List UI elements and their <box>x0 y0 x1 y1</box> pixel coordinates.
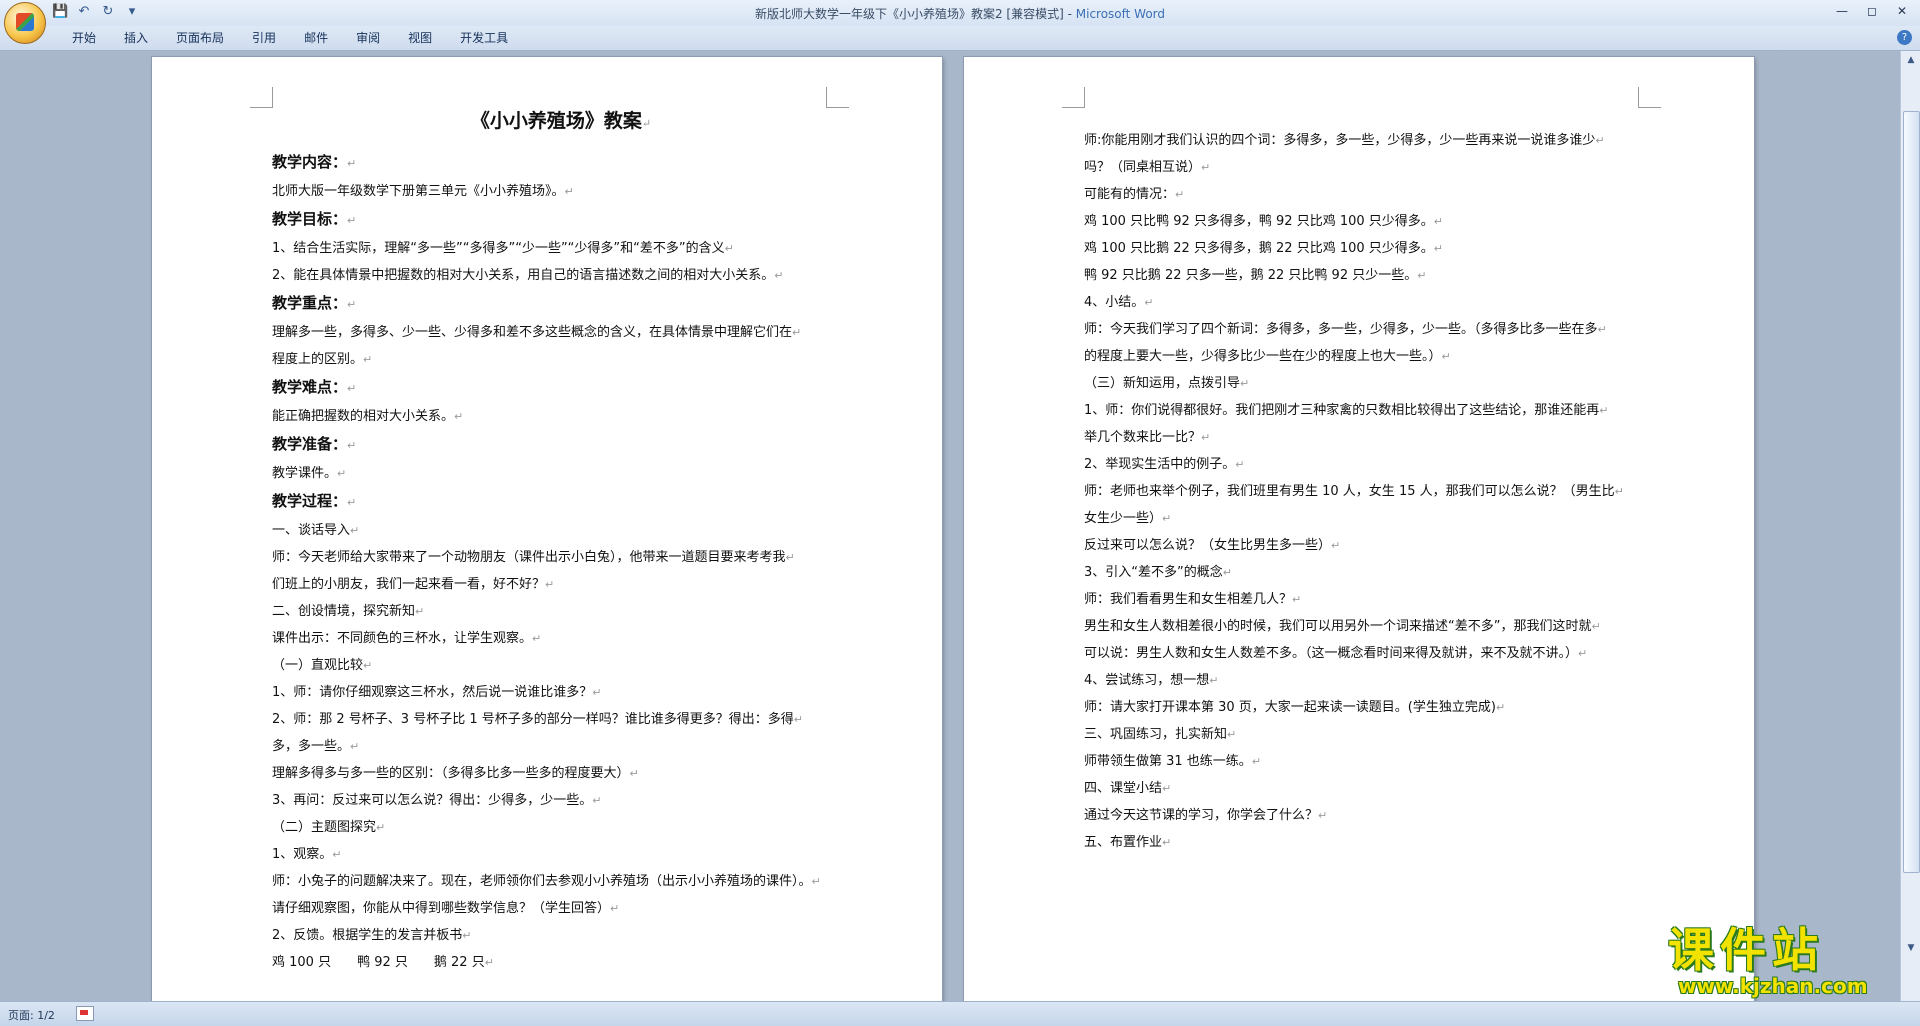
paragraph-line: 师：请大家打开课本第 30 页，大家一起来读一读题目。(学生独立完成)↵ <box>1084 700 1506 715</box>
site-watermark: 课件站 www.kjzhan.com <box>1668 925 1900 1001</box>
vertical-scrollbar[interactable]: ▲ ▼ <box>1900 51 1920 1001</box>
paragraph-line: 举几个数来比一比？↵ <box>1084 430 1211 445</box>
document-page-2[interactable]: 师:你能用刚才我们认识的四个词：多得多，多一些，少得多，少一些再来说一说谁多谁少… <box>964 57 1754 1001</box>
page-2-content: 师:你能用刚才我们认识的四个词：多得多，多一些，少得多，少一些再来说一说谁多谁少… <box>1084 127 1662 856</box>
title-bar: 💾 ↶ ↻ ▾ 新版北师大数学一年级下《小小养殖场》教案2 [兼容模式] - M… <box>0 0 1920 44</box>
section-heading: 教学内容：↵ <box>272 153 357 171</box>
window-title: 新版北师大数学一年级下《小小养殖场》教案2 [兼容模式] - Microsoft… <box>0 5 1920 22</box>
ribbon-tab-bar: 开始 插入 页面布局 引用 邮件 审阅 视图 开发工具 ? <box>0 26 1920 51</box>
paragraph-line: 师:你能用刚才我们认识的四个词：多得多，多一些，少得多，少一些再来说一说谁多谁少… <box>1084 133 1605 148</box>
paragraph-line: 五、布置作业↵ <box>1084 835 1172 850</box>
paragraph-line: 师：今天老师给大家带来了一个动物朋友（课件出示小白兔），他带来一道题目要来考考我… <box>272 550 795 565</box>
crop-mark <box>250 87 273 108</box>
crop-mark <box>1638 87 1661 108</box>
paragraph-line: 2、能在具体情景中把握数的相对大小关系，用自己的语言描述数之间的相对大小关系。↵ <box>272 268 784 283</box>
paragraph-line: 1、师：你们说得都很好。我们把刚才三种家禽的只数相比较得出了这些结论，那谁还能再… <box>1084 403 1609 418</box>
paragraph-line: 理解多一些，多得多、少一些、少得多和差不多这些概念的含义，在具体情景中理解它们在… <box>272 325 802 340</box>
ribbon-tab[interactable]: 审阅 <box>342 30 394 46</box>
paragraph-line: （一）直观比较↵ <box>272 658 373 673</box>
crop-mark <box>826 87 849 108</box>
ribbon-tabs: 开始 插入 页面布局 引用 邮件 审阅 视图 开发工具 <box>58 30 522 46</box>
help-icon[interactable]: ? <box>1897 30 1912 45</box>
document-title: 新版北师大数学一年级下《小小养殖场》教案2 [兼容模式] - <box>754 7 1076 21</box>
paragraph-line: 通过今天这节课的学习，你学会了什么？↵ <box>1084 808 1328 823</box>
paragraph-line: 课件出示：不同颜色的三杯水，让学生观察。↵ <box>272 631 542 646</box>
window-controls: — ◻ ✕ <box>1830 2 1914 20</box>
proofing-icon[interactable] <box>76 1006 94 1021</box>
section-heading: 教学重点：↵ <box>272 294 357 312</box>
paragraph-line: 4、小结。↵ <box>1084 295 1154 310</box>
paragraph-line: 北师大版一年级数学下册第三单元《小小养殖场》。↵ <box>272 184 574 199</box>
paragraph-line: 2、反馈。根据学生的发言并板书↵ <box>272 928 472 943</box>
paragraph-line: 师：老师也来举个例子，我们班里有男生 10 人，女生 15 人，那我们可以怎么说… <box>1084 484 1624 499</box>
paragraph-line: 程度上的区别。↵ <box>272 352 373 367</box>
paragraph-line: 3、再问：反过来可以怎么说？得出：少得多，少一些。↵ <box>272 793 602 808</box>
paragraph-line: 2、师：那 2 号杯子、3 号杯子比 1 号杯子多的部分一样吗？谁比谁多得更多？… <box>272 712 803 727</box>
paragraph-line: 师带领生做第 31 也练一练。↵ <box>1084 754 1262 769</box>
document-heading: 《小小养殖场》教案↵ <box>470 110 652 132</box>
minimize-icon[interactable]: — <box>1830 2 1854 20</box>
crop-mark <box>1062 87 1085 108</box>
paragraph-line: 师：今天我们学习了四个新词：多得多，多一些，少得多，少一些。（多得多比多一些在多… <box>1084 322 1607 337</box>
scroll-down-icon[interactable]: ▼ <box>1904 941 1918 955</box>
paragraph-line: （三）新知运用，点拨引导↵ <box>1084 376 1250 391</box>
watermark-text: 课件站 <box>1668 923 1824 977</box>
paragraph-line: 3、引入“差不多”的概念↵ <box>1084 565 1232 580</box>
paragraph-line: 2、举现实生活中的例子。↵ <box>1084 457 1245 472</box>
ribbon-tab[interactable]: 邮件 <box>290 30 342 46</box>
paragraph-line: 多，多一些。↵ <box>272 739 360 754</box>
document-page-1[interactable]: 《小小养殖场》教案↵ 教学内容：↵ 北师大版一年级数学下册第三单元《小小养殖场》。… <box>152 57 942 1001</box>
scroll-up-icon[interactable]: ▲ <box>1904 53 1918 67</box>
ribbon-tab[interactable]: 插入 <box>110 30 162 46</box>
paragraph-line: 4、尝试练习，想一想↵ <box>1084 673 1219 688</box>
paragraph-line: 1、师：请你仔细观察这三杯水，然后说一说谁比谁多？↵ <box>272 685 602 700</box>
document-area: 《小小养殖场》教案↵ 教学内容：↵ 北师大版一年级数学下册第三单元《小小养殖场》。… <box>0 51 1900 1001</box>
paragraph-line: 1、结合生活实际，理解“多一些”“多得多”“少一些”“少得多”和“差不多”的含义… <box>272 241 734 256</box>
paragraph-line: （二）主题图探究↵ <box>272 820 386 835</box>
ribbon-tab[interactable]: 开始 <box>58 30 110 46</box>
paragraph-line: 鸡 100 只比鹅 22 只多得多，鹅 22 只比鸡 100 只少得多。↵ <box>1084 241 1443 256</box>
paragraph-line: 鸡 100 只比鸭 92 只多得多，鸭 92 只比鸡 100 只少得多。↵ <box>1084 214 1443 229</box>
paragraph-line: 一、谈话导入↵ <box>272 523 360 538</box>
paragraph-line: 理解多得多与多一些的区别：（多得多比多一些多的程度要大）↵ <box>272 766 639 781</box>
paragraph-line: 1、观察。↵ <box>272 847 342 862</box>
section-heading: 教学难点：↵ <box>272 378 357 396</box>
paragraph-line: 女生少一些）↵ <box>1084 511 1172 526</box>
office-button[interactable] <box>4 2 46 44</box>
paragraph-line: 师：我们看看男生和女生相差几人？↵ <box>1084 592 1302 607</box>
paragraph-line: 的程度上要大一些，少得多比少一些在少的程度上也大一些。）↵ <box>1084 349 1451 364</box>
office-logo-icon <box>16 13 34 31</box>
paragraph-line: 请仔细观察图，你能从中得到哪些数学信息？（学生回答）↵ <box>272 901 620 916</box>
section-heading: 教学目标：↵ <box>272 210 357 228</box>
paragraph-line: 二、创设情境，探究新知↵ <box>272 604 425 619</box>
paragraph-line: 四、课堂小结↵ <box>1084 781 1172 796</box>
paragraph-line: 男生和女生人数相差很小的时候，我们可以用另外一个词来描述“差不多”，那我们这时就… <box>1084 619 1601 634</box>
paragraph-line: 三、巩固练习，扎实新知↵ <box>1084 727 1237 742</box>
paragraph-line: 能正确把握数的相对大小关系。↵ <box>272 409 464 424</box>
paragraph-line: 教学课件。↵ <box>272 466 347 481</box>
section-heading: 教学准备：↵ <box>272 435 357 453</box>
scrollbar-thumb[interactable] <box>1903 111 1920 873</box>
ribbon-tab[interactable]: 开发工具 <box>446 30 522 46</box>
ribbon-tab[interactable]: 视图 <box>394 30 446 46</box>
ribbon-tab[interactable]: 引用 <box>238 30 290 46</box>
paragraph-line: 反过来可以怎么说？（女生比男生多一些）↵ <box>1084 538 1341 553</box>
watermark-url: www.kjzhan.com <box>1678 974 1868 998</box>
paragraph-line: 们班上的小朋友，我们一起来看一看，好不好？↵ <box>272 577 555 592</box>
status-bar: 页面: 1/2 <box>0 1001 1920 1026</box>
section-heading: 教学过程：↵ <box>272 492 357 510</box>
page-1-content: 《小小养殖场》教案↵ 教学内容：↵ 北师大版一年级数学下册第三单元《小小养殖场》。… <box>272 107 850 976</box>
paragraph-line: 鸡 100 只 鸭 92 只 鹅 22 只↵ <box>272 955 494 970</box>
paragraph-line: 鸭 92 只比鹅 22 只多一些，鹅 22 只比鸭 92 只少一些。↵ <box>1084 268 1427 283</box>
app-name: Microsoft Word <box>1075 7 1166 21</box>
ribbon-tab[interactable]: 页面布局 <box>162 30 238 46</box>
paragraph-line: 可能有的情况：↵ <box>1084 187 1185 202</box>
paragraph-line: 师：小兔子的问题解决来了。现在，老师领你们去参观小小养殖场（出示小小养殖场的课件… <box>272 874 821 889</box>
paragraph-line: 吗？（同桌相互说）↵ <box>1084 160 1211 175</box>
maximize-icon[interactable]: ◻ <box>1860 2 1884 20</box>
close-icon[interactable]: ✕ <box>1890 2 1914 20</box>
page-count[interactable]: 页面: 1/2 <box>8 1007 55 1023</box>
paragraph-line: 可以说：男生人数和女生人数差不多。（这一概念看时间来得及就讲，来不及就不讲。）↵ <box>1084 646 1588 661</box>
